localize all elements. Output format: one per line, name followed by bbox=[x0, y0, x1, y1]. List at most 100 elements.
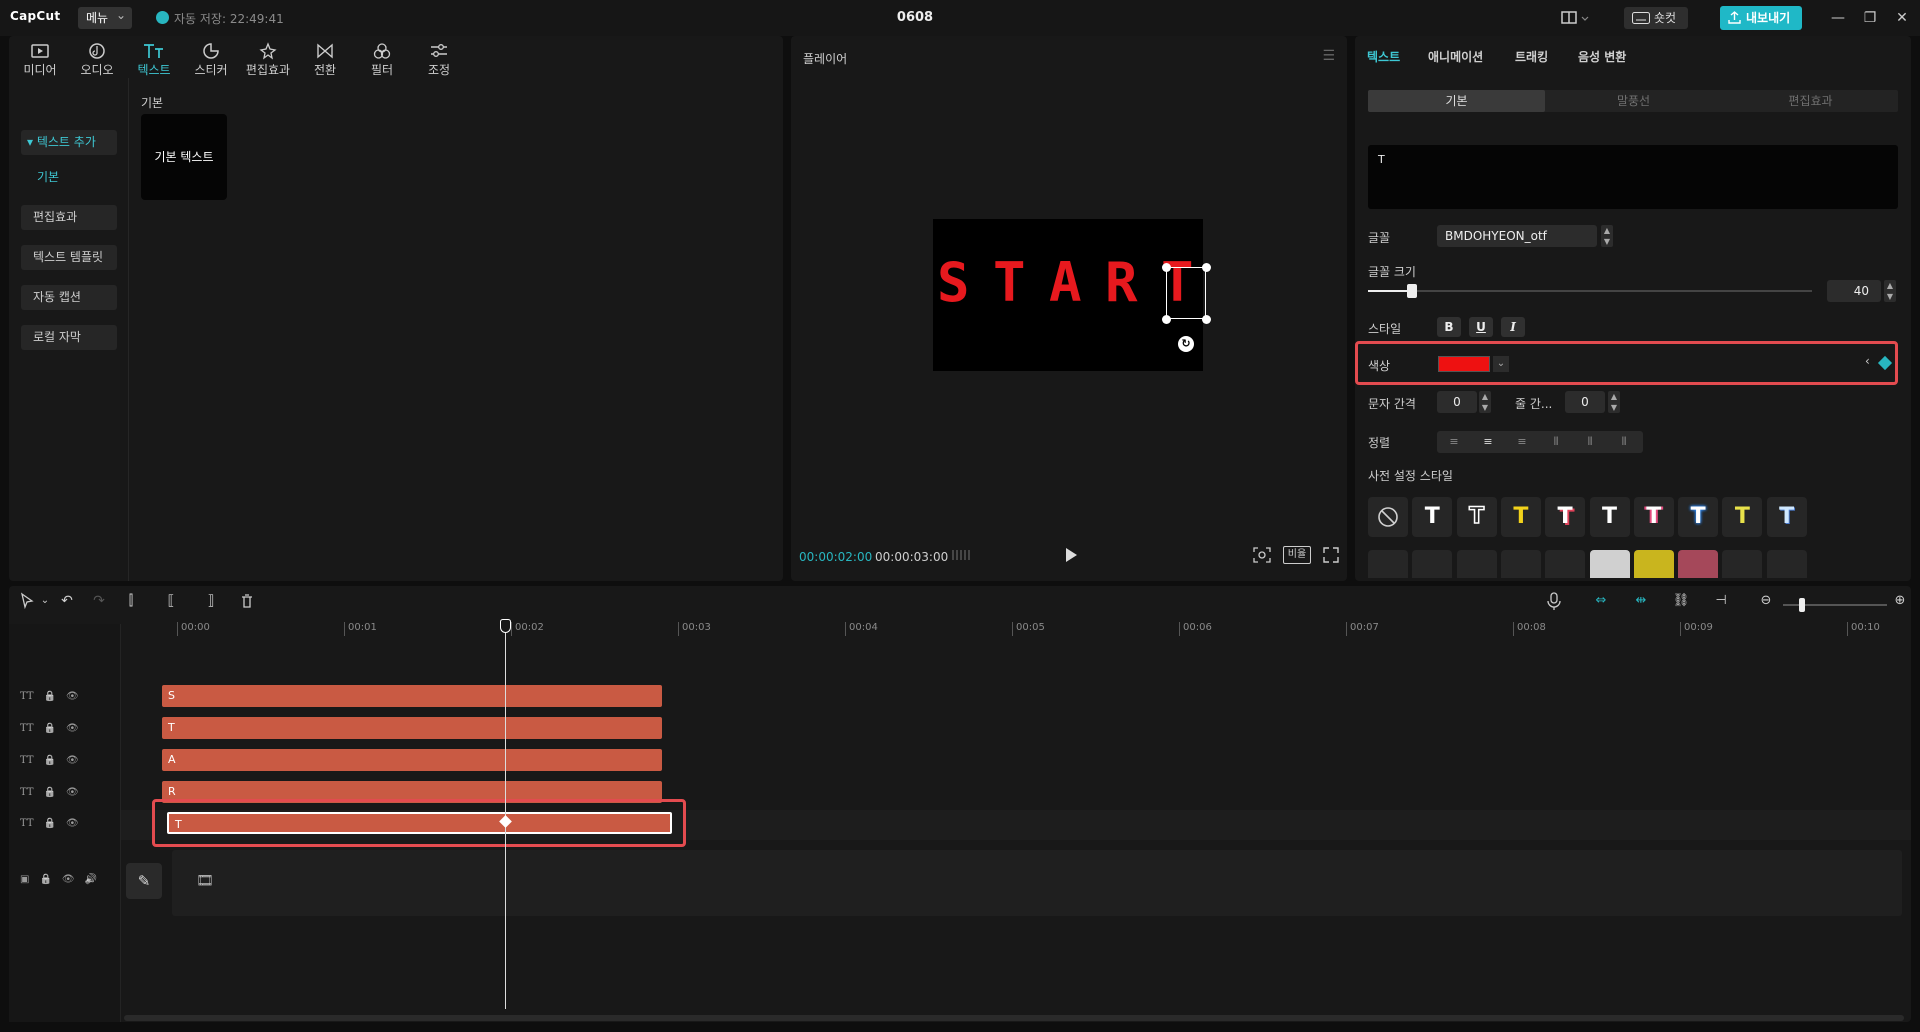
preset-style[interactable]: T bbox=[1500, 497, 1541, 537]
bold-button[interactable]: B bbox=[1437, 317, 1461, 337]
tab-effects[interactable]: 편집효과 bbox=[241, 40, 295, 80]
layout-icon[interactable] bbox=[1560, 9, 1592, 27]
lock-icon[interactable]: 🔒 bbox=[39, 874, 51, 885]
lock-icon[interactable]: 🔒 bbox=[44, 723, 56, 734]
preset-style[interactable]: T bbox=[1722, 497, 1763, 537]
tab-sticker[interactable]: 스티커 bbox=[184, 40, 238, 80]
waveform-icon[interactable] bbox=[951, 547, 973, 563]
font-size-slider[interactable] bbox=[1368, 290, 1812, 292]
zoom-out-icon[interactable]: ⊖ bbox=[1755, 591, 1777, 611]
microphone-icon[interactable] bbox=[1543, 591, 1565, 611]
trim-left-icon[interactable]: ⟦ bbox=[161, 591, 181, 611]
preview-canvas[interactable]: S T A R T ↻ bbox=[933, 219, 1211, 371]
tab-tracking[interactable]: 트래킹 bbox=[1515, 48, 1548, 65]
lock-icon[interactable]: 🔒 bbox=[44, 755, 56, 766]
align-right-icon[interactable]: ≡ bbox=[1515, 435, 1529, 449]
line-spacing-stepper-icon[interactable]: ▲ ▼ bbox=[1608, 391, 1620, 413]
split-icon[interactable]: ⫿ bbox=[121, 591, 141, 611]
chevron-down-icon[interactable]: ⌄ bbox=[35, 591, 55, 611]
text-clip[interactable]: A bbox=[162, 749, 662, 771]
text-content-input[interactable]: T bbox=[1368, 145, 1898, 209]
delete-icon[interactable] bbox=[237, 591, 257, 611]
hamburger-icon[interactable]: ☰ bbox=[1322, 48, 1335, 64]
preset-style[interactable]: T bbox=[1412, 497, 1453, 537]
main-track-magnet-icon[interactable]: ⇔ bbox=[1590, 591, 1612, 611]
align-center-icon[interactable]: ≡ bbox=[1481, 435, 1495, 449]
lock-icon[interactable]: 🔒 bbox=[44, 787, 56, 798]
font-select-arrows-icon[interactable]: ▲ ▼ bbox=[1601, 225, 1613, 247]
text-clip[interactable]: T bbox=[162, 717, 662, 739]
cover-icon[interactable]: ▣ bbox=[20, 874, 29, 885]
zoom-in-icon[interactable]: ⊕ bbox=[1889, 591, 1911, 611]
preset-style[interactable] bbox=[1589, 550, 1630, 578]
preset-style[interactable]: T bbox=[1766, 497, 1807, 537]
underline-button[interactable]: U bbox=[1469, 317, 1493, 337]
tab-adjust[interactable]: 조정 bbox=[412, 40, 466, 80]
playhead-handle[interactable] bbox=[500, 619, 511, 633]
tab-animation[interactable]: 애니메이션 bbox=[1428, 48, 1483, 65]
align-middle-icon[interactable]: ⫴ bbox=[1583, 435, 1597, 449]
restore-icon[interactable]: ❐ bbox=[1860, 8, 1880, 28]
eye-icon[interactable]: 👁 bbox=[66, 755, 79, 766]
tab-text-props[interactable]: 텍스트 bbox=[1367, 48, 1400, 65]
link-icon[interactable]: ⛓ bbox=[1670, 591, 1692, 611]
preset-style[interactable] bbox=[1368, 497, 1408, 537]
ratio-button[interactable]: 비율 bbox=[1283, 546, 1311, 564]
eye-icon[interactable]: 👁 bbox=[66, 723, 79, 734]
preset-style[interactable] bbox=[1500, 550, 1541, 578]
tab-media[interactable]: 미디어 bbox=[13, 40, 67, 80]
lock-icon[interactable]: 🔒 bbox=[44, 818, 56, 829]
basic-text-card[interactable]: 기본 텍스트 bbox=[141, 114, 227, 200]
fullscreen-icon[interactable] bbox=[1322, 546, 1340, 564]
main-video-track[interactable] bbox=[172, 850, 1902, 916]
eye-icon[interactable]: 👁 bbox=[66, 787, 79, 798]
zoom-slider-knob[interactable] bbox=[1799, 598, 1805, 612]
cursor-select-icon[interactable] bbox=[17, 591, 37, 611]
sidebar-item-auto-caption[interactable]: 자동 캡션 bbox=[21, 285, 117, 310]
shortcut-button[interactable]: 숏컷 bbox=[1624, 7, 1688, 29]
eye-icon[interactable]: 👁 bbox=[66, 818, 79, 829]
segment-basic[interactable]: 기본 bbox=[1368, 90, 1545, 112]
preset-style[interactable] bbox=[1722, 550, 1763, 578]
timeline-ruler[interactable]: 00:00 00:01 00:02 00:03 00:04 00:05 00:0… bbox=[121, 620, 1911, 638]
resize-handle[interactable] bbox=[1162, 315, 1171, 324]
align-left-icon[interactable]: ≡ bbox=[1447, 435, 1461, 449]
preset-style[interactable] bbox=[1678, 550, 1719, 578]
preset-style[interactable]: T bbox=[1545, 497, 1586, 537]
resize-handle[interactable] bbox=[1202, 315, 1211, 324]
preset-style[interactable] bbox=[1456, 550, 1497, 578]
preset-style[interactable] bbox=[1633, 550, 1674, 578]
preview-axis-icon[interactable]: ⊣ bbox=[1710, 591, 1732, 611]
letter-spacing-input[interactable]: 0 bbox=[1437, 391, 1477, 413]
font-size-input[interactable]: 40 bbox=[1827, 280, 1881, 302]
close-icon[interactable]: ✕ bbox=[1892, 8, 1912, 28]
eye-icon[interactable]: 👁 bbox=[62, 874, 75, 885]
sidebar-item-effects[interactable]: 편집효과 bbox=[21, 205, 117, 230]
redo-icon[interactable]: ↷ bbox=[89, 591, 109, 611]
preset-style[interactable]: T bbox=[1678, 497, 1719, 537]
italic-button[interactable]: I bbox=[1501, 317, 1525, 337]
tab-voice-change[interactable]: 음성 변환 bbox=[1578, 48, 1626, 65]
text-clip[interactable]: S bbox=[162, 685, 662, 707]
play-icon[interactable] bbox=[1063, 546, 1079, 564]
preset-style[interactable] bbox=[1368, 550, 1408, 578]
preset-style[interactable] bbox=[1766, 550, 1807, 578]
preset-style[interactable]: T bbox=[1633, 497, 1674, 537]
preset-style[interactable] bbox=[1412, 550, 1453, 578]
preset-style[interactable]: T bbox=[1456, 497, 1497, 537]
resize-handle[interactable] bbox=[1162, 263, 1171, 272]
speaker-icon[interactable]: 🔊 bbox=[85, 874, 97, 885]
zoom-fit-icon[interactable] bbox=[1252, 546, 1272, 564]
export-button[interactable]: 내보내기 bbox=[1720, 6, 1802, 30]
edit-cover-icon[interactable]: ✎ bbox=[126, 863, 162, 899]
letter-spacing-stepper-icon[interactable]: ▲ ▼ bbox=[1479, 391, 1491, 413]
align-bottom-icon[interactable]: ⫴ bbox=[1617, 435, 1631, 449]
tab-filter[interactable]: 필터 bbox=[355, 40, 409, 80]
preset-style[interactable]: T bbox=[1589, 497, 1630, 537]
tab-text[interactable]: 텍스트 bbox=[127, 40, 181, 80]
sidebar-item-text-template[interactable]: 텍스트 템플릿 bbox=[21, 245, 117, 270]
tab-audio[interactable]: 오디오 bbox=[70, 40, 124, 80]
auto-snap-icon[interactable]: ⇹ bbox=[1630, 591, 1652, 611]
resize-handle[interactable] bbox=[1202, 263, 1211, 272]
font-size-stepper-icon[interactable]: ▲ ▼ bbox=[1884, 280, 1896, 302]
